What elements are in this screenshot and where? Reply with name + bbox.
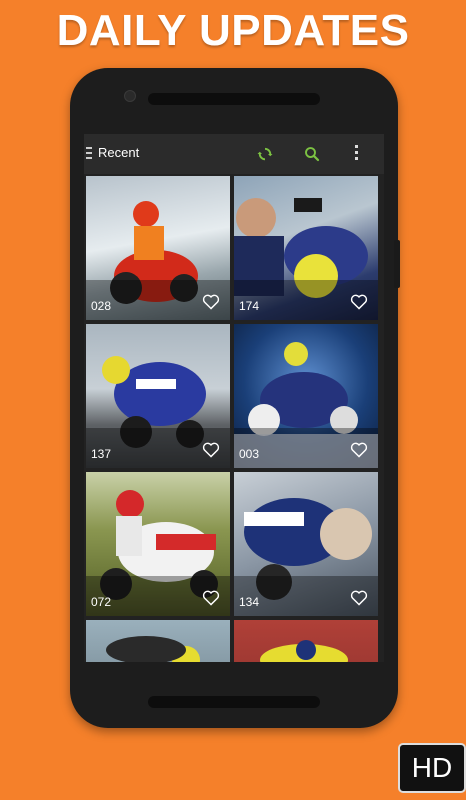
headline: DAILY UPDATES bbox=[56, 6, 410, 55]
phone-side-button bbox=[394, 240, 400, 288]
heart-icon[interactable] bbox=[202, 294, 220, 310]
like-count: 137 bbox=[91, 447, 112, 461]
screen-title[interactable]: Recent bbox=[98, 145, 139, 160]
like-count: 134 bbox=[239, 595, 260, 609]
heart-icon[interactable] bbox=[350, 442, 368, 458]
like-count: 003 bbox=[239, 447, 260, 461]
wallpaper-tile[interactable] bbox=[234, 620, 378, 662]
wallpaper-tile[interactable] bbox=[86, 620, 230, 662]
wallpaper-tile[interactable]: 134 bbox=[234, 472, 378, 616]
wallpaper-image bbox=[260, 640, 348, 662]
like-count: 174 bbox=[239, 299, 260, 313]
wallpaper-image bbox=[106, 636, 200, 662]
overflow-menu-icon[interactable] bbox=[352, 145, 360, 163]
drawer-menu-icon[interactable] bbox=[86, 147, 94, 161]
heart-icon[interactable] bbox=[202, 590, 220, 606]
bottom-speaker bbox=[148, 696, 320, 708]
search-icon[interactable] bbox=[303, 145, 321, 163]
hd-badge: HD bbox=[398, 743, 466, 793]
app-screen: Recent 028 174 137 003 072 134 bbox=[84, 134, 384, 662]
like-count: 072 bbox=[91, 595, 112, 609]
like-count: 028 bbox=[91, 299, 112, 313]
app-bar: Recent bbox=[84, 134, 384, 174]
wallpaper-tile[interactable]: 174 bbox=[234, 176, 378, 320]
heart-icon[interactable] bbox=[350, 294, 368, 310]
phone-frame: Recent 028 174 137 003 072 134 bbox=[70, 68, 398, 728]
heart-icon[interactable] bbox=[350, 590, 368, 606]
wallpaper-tile[interactable]: 028 bbox=[86, 176, 230, 320]
wallpaper-tile[interactable]: 003 bbox=[234, 324, 378, 468]
wallpaper-tile[interactable]: 072 bbox=[86, 472, 230, 616]
refresh-icon[interactable] bbox=[256, 145, 274, 163]
heart-icon[interactable] bbox=[202, 442, 220, 458]
top-speaker bbox=[148, 93, 320, 105]
wallpaper-tile[interactable]: 137 bbox=[86, 324, 230, 468]
front-camera bbox=[124, 90, 136, 102]
